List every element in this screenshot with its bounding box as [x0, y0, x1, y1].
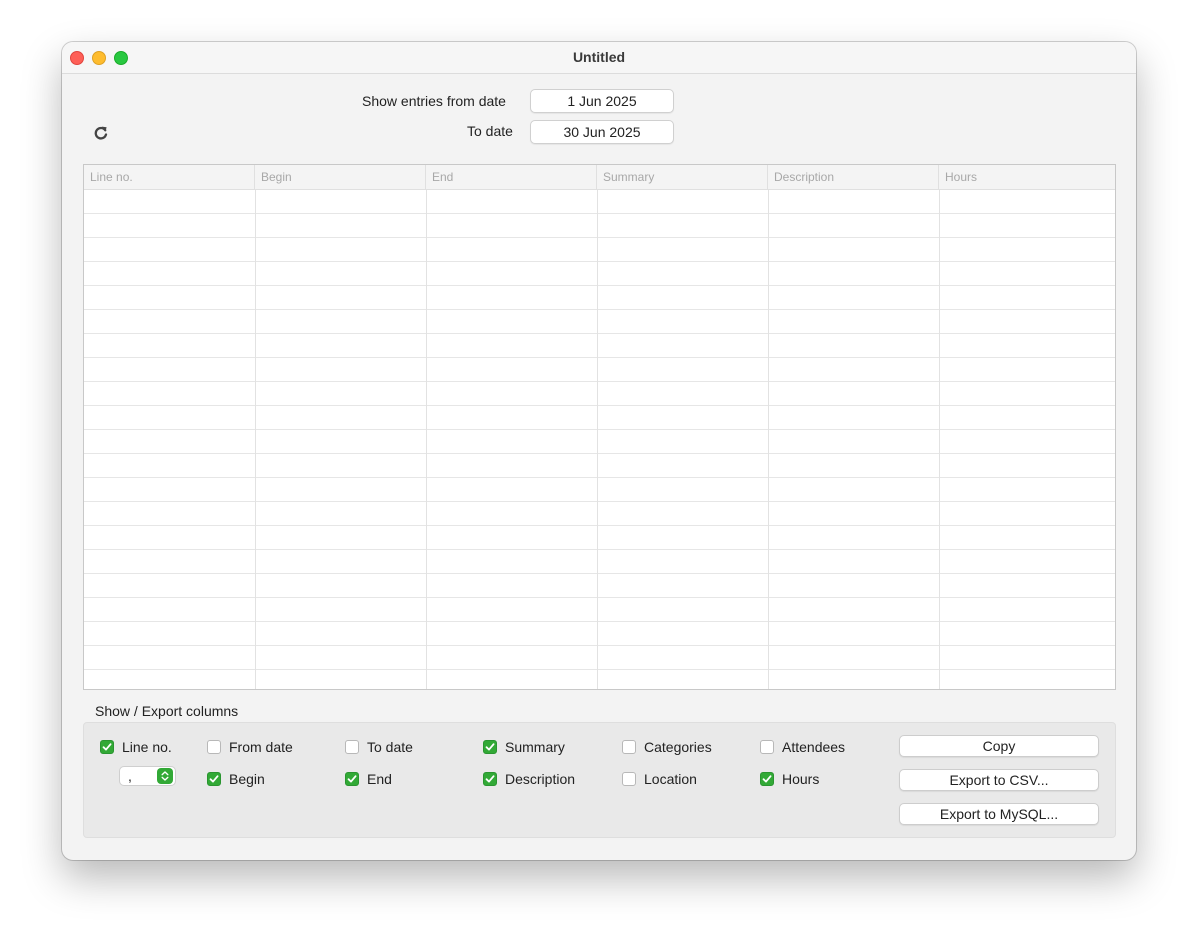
checkbox-description[interactable]: Description [483, 770, 575, 788]
from-date-field[interactable]: 1 Jun 2025 [530, 89, 674, 113]
checkbox-to-date-box[interactable] [345, 740, 359, 754]
column-divider [939, 190, 940, 689]
export-mysql-button[interactable]: Export to MySQL... [899, 803, 1099, 825]
table-row[interactable] [84, 310, 1115, 334]
export-columns-panel: Line no. From date To date Summary Categ… [83, 722, 1116, 838]
table-row[interactable] [84, 574, 1115, 598]
table-row[interactable] [84, 334, 1115, 358]
table-row[interactable] [84, 262, 1115, 286]
table-row[interactable] [84, 646, 1115, 670]
to-date-field[interactable]: 30 Jun 2025 [530, 120, 674, 144]
export-columns-title: Show / Export columns [95, 703, 239, 719]
column-header-description[interactable]: Description [768, 165, 939, 189]
title-bar: Untitled [62, 42, 1136, 74]
checkbox-location-label: Location [644, 771, 697, 787]
checkbox-categories-label: Categories [644, 739, 712, 755]
checkbox-attendees-label: Attendees [782, 739, 846, 755]
table-row[interactable] [84, 598, 1115, 622]
column-header-line-no[interactable]: Line no. [84, 165, 255, 189]
checkbox-begin[interactable]: Begin [207, 770, 265, 788]
copy-button[interactable]: Copy [899, 735, 1099, 757]
column-header-hours[interactable]: Hours [939, 165, 1115, 189]
column-divider [768, 190, 769, 689]
checkbox-to-date-label: To date [367, 739, 413, 755]
checkbox-description-label: Description [505, 771, 576, 787]
column-header-begin[interactable]: Begin [255, 165, 426, 189]
checkbox-description-box[interactable] [483, 772, 497, 786]
table-row[interactable] [84, 502, 1115, 526]
checkbox-from-date-label: From date [229, 739, 293, 755]
entries-table[interactable]: Line no. Begin End Summary Description H… [83, 164, 1116, 690]
separator-value: , [128, 768, 132, 784]
table-row[interactable] [84, 622, 1115, 646]
from-date-label: Show entries from date [362, 93, 506, 109]
table-header: Line no. Begin End Summary Description H… [84, 165, 1115, 190]
checkbox-summary[interactable]: Summary [483, 738, 565, 756]
checkbox-from-date-box[interactable] [207, 740, 221, 754]
table-row[interactable] [84, 430, 1115, 454]
checkbox-line-no-label: Line no. [122, 739, 172, 755]
checkbox-begin-label: Begin [229, 771, 265, 787]
window-title: Untitled [572, 49, 626, 65]
checkbox-line-no-box[interactable] [100, 740, 114, 754]
table-row[interactable] [84, 238, 1115, 262]
checkbox-location-box[interactable] [622, 772, 636, 786]
column-divider [597, 190, 598, 689]
table-body[interactable] [84, 190, 1115, 689]
checkbox-attendees[interactable]: Attendees [760, 738, 845, 756]
table-row[interactable] [84, 358, 1115, 382]
checkbox-line-no[interactable]: Line no. [100, 738, 172, 756]
column-header-summary[interactable]: Summary [597, 165, 768, 189]
table-row[interactable] [84, 214, 1115, 238]
checkbox-end-box[interactable] [345, 772, 359, 786]
checkbox-hours[interactable]: Hours [760, 770, 819, 788]
checkbox-categories[interactable]: Categories [622, 738, 712, 756]
table-row[interactable] [84, 526, 1115, 550]
checkbox-hours-box[interactable] [760, 772, 774, 786]
checkbox-to-date[interactable]: To date [345, 738, 413, 756]
column-divider [255, 190, 256, 689]
refresh-icon[interactable] [92, 124, 110, 142]
table-row[interactable] [84, 406, 1115, 430]
table-row[interactable] [84, 478, 1115, 502]
checkbox-attendees-box[interactable] [760, 740, 774, 754]
table-row[interactable] [84, 286, 1115, 310]
checkbox-end-label: End [367, 771, 392, 787]
column-header-end[interactable]: End [426, 165, 597, 189]
main-window: Untitled Show entries from date 1 Jun 20… [62, 42, 1136, 860]
updown-chevron-icon[interactable] [157, 768, 173, 784]
export-csv-button[interactable]: Export to CSV... [899, 769, 1099, 791]
checkbox-from-date[interactable]: From date [207, 738, 293, 756]
checkbox-categories-box[interactable] [622, 740, 636, 754]
to-date-label: To date [467, 123, 513, 139]
table-row[interactable] [84, 382, 1115, 406]
checkbox-summary-box[interactable] [483, 740, 497, 754]
table-row[interactable] [84, 454, 1115, 478]
table-row[interactable] [84, 190, 1115, 214]
checkbox-hours-label: Hours [782, 771, 820, 787]
checkbox-location[interactable]: Location [622, 770, 697, 788]
column-divider [426, 190, 427, 689]
checkbox-summary-label: Summary [505, 739, 565, 755]
checkbox-begin-box[interactable] [207, 772, 221, 786]
checkbox-end[interactable]: End [345, 770, 392, 788]
table-row[interactable] [84, 670, 1115, 689]
separator-select[interactable]: , [119, 766, 176, 786]
table-row[interactable] [84, 550, 1115, 574]
